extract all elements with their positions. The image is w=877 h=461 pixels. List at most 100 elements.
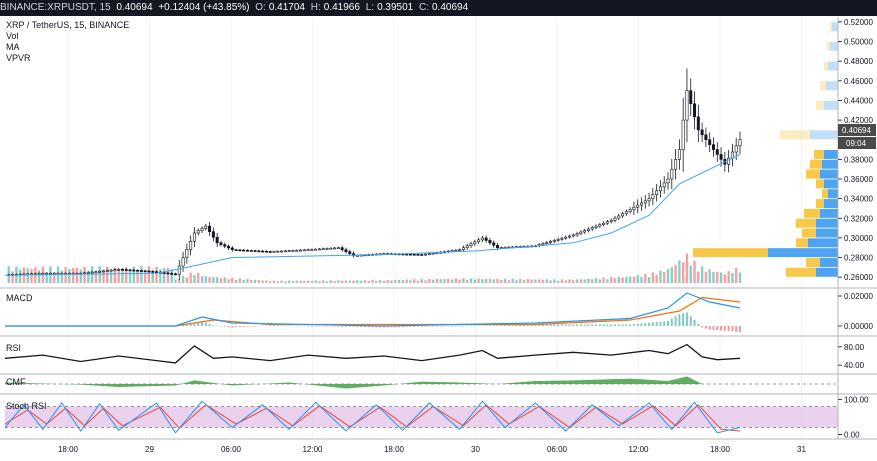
vpvr-up-bar [810,130,838,140]
candle [41,272,45,275]
indicator-axes: 0.02000 0.00000 80.00 40.00 100.00 0.00 [838,292,873,440]
volume-bar [215,277,219,283]
time-axis[interactable]: 18:00 29 06:00 12:00 18:00 30 06:00 12:00 18:00 3… [58,445,807,454]
macd-histogram-bar [310,326,313,327]
last-price: 0.40694 [116,2,153,13]
candle [287,250,291,252]
vpvr-down-bar [822,189,828,199]
volume-bar [466,280,469,283]
candle [189,240,193,250]
macd-axis-label: 0.00000 [844,322,873,331]
vpvr-up-bar [808,238,838,248]
macd-histogram-bar [333,326,336,327]
volume-bar [670,267,674,283]
candle [655,190,659,196]
candle [139,270,143,272]
macd-histogram-bar [731,326,734,332]
macd-histogram-bar [208,323,211,326]
volume-bar [257,280,261,283]
candle [693,103,697,118]
macd-histogram-bar [602,324,605,326]
volume-bar [291,281,295,283]
volume-bar [340,280,344,283]
candle [242,249,246,252]
vpvr-down-bar [806,169,820,179]
candle [424,253,428,256]
candle [86,272,90,274]
macd-axis-label: 0.02000 [844,292,873,301]
volume-bar [197,272,200,283]
volume-bar [663,272,666,283]
cmf-title[interactable]: CMF [6,377,26,387]
volume-bar [454,278,458,283]
candle [261,250,265,253]
candle [124,269,128,271]
open-value: 0.41704 [268,2,305,13]
volume-bar [628,276,632,283]
macd-title[interactable]: MACD [6,293,33,303]
candle [166,272,170,275]
candle [299,249,303,252]
volume-bar [314,280,317,283]
volume-bar [106,266,109,283]
volume-bar [606,279,609,283]
macd-histogram-bar [462,325,465,327]
candle [113,269,117,272]
symbol-label[interactable]: BINANCE:XRPUSDT, 15 [0,2,111,13]
candle [208,225,212,232]
legend-ma[interactable]: MA [6,42,129,53]
candle [708,139,712,145]
candle [37,273,41,275]
macd-signal-line [5,296,741,327]
rsi-title[interactable]: RSI [6,343,21,353]
candle [492,242,496,246]
candle [639,202,643,206]
macd-histogram-bar [739,326,741,332]
candle [586,228,590,231]
candle [681,119,685,150]
high-label: H: [310,2,321,13]
candle [609,219,613,223]
volume-bar [246,279,249,283]
legend-vpvr[interactable]: VPVR [6,53,129,64]
cmf-panel [5,376,838,389]
volume-bar [462,278,465,283]
macd-histogram-bar [254,326,257,327]
price-tick-label: 0.32000 [844,214,873,223]
candle [552,240,556,242]
candle [420,254,424,256]
candle [628,209,632,212]
candle [211,231,215,238]
price-axis[interactable]: 0.52000 0.50000 0.48000 0.46000 0.44000 0.420… [838,18,873,282]
macd-histogram-bar [276,325,279,326]
volume-bar [685,253,689,283]
legend-vol[interactable]: Vol [6,31,129,42]
vpvr-down-bar [830,22,832,32]
close-label: C: [419,2,429,13]
volume-bar [132,266,136,283]
volume-bar [378,280,382,283]
candle [677,149,681,160]
macd-histogram-bar [477,325,480,327]
volume-bar [435,279,439,283]
macd-histogram-bar [720,326,723,331]
macd-histogram-bar [413,326,416,327]
candle [598,224,602,227]
legend-title[interactable]: XRP / TetherUS, 15, BINANCE [6,20,129,31]
volume-bar [147,266,151,283]
macd-histogram-bar [511,324,514,326]
chart-canvas[interactable]: 0.52000 0.50000 0.48000 0.46000 0.44000 0.420… [0,16,877,461]
volume-bar [564,280,567,283]
stoch-rsi-panel [4,400,838,434]
macd-histogram-bar [625,324,628,326]
vpvr-up-bar [816,218,838,228]
vpvr-up-bar [824,100,838,110]
volume-bar [253,279,257,283]
stoch-rsi-title[interactable]: Stoch RSI [6,401,47,411]
vpvr-up-bar [820,257,838,267]
volume-bar [416,280,420,283]
vpvr-up-bar [830,41,838,51]
volume-bar [515,280,518,283]
macd-histogram-bar [242,326,245,327]
vpvr-down-bar [693,248,768,258]
